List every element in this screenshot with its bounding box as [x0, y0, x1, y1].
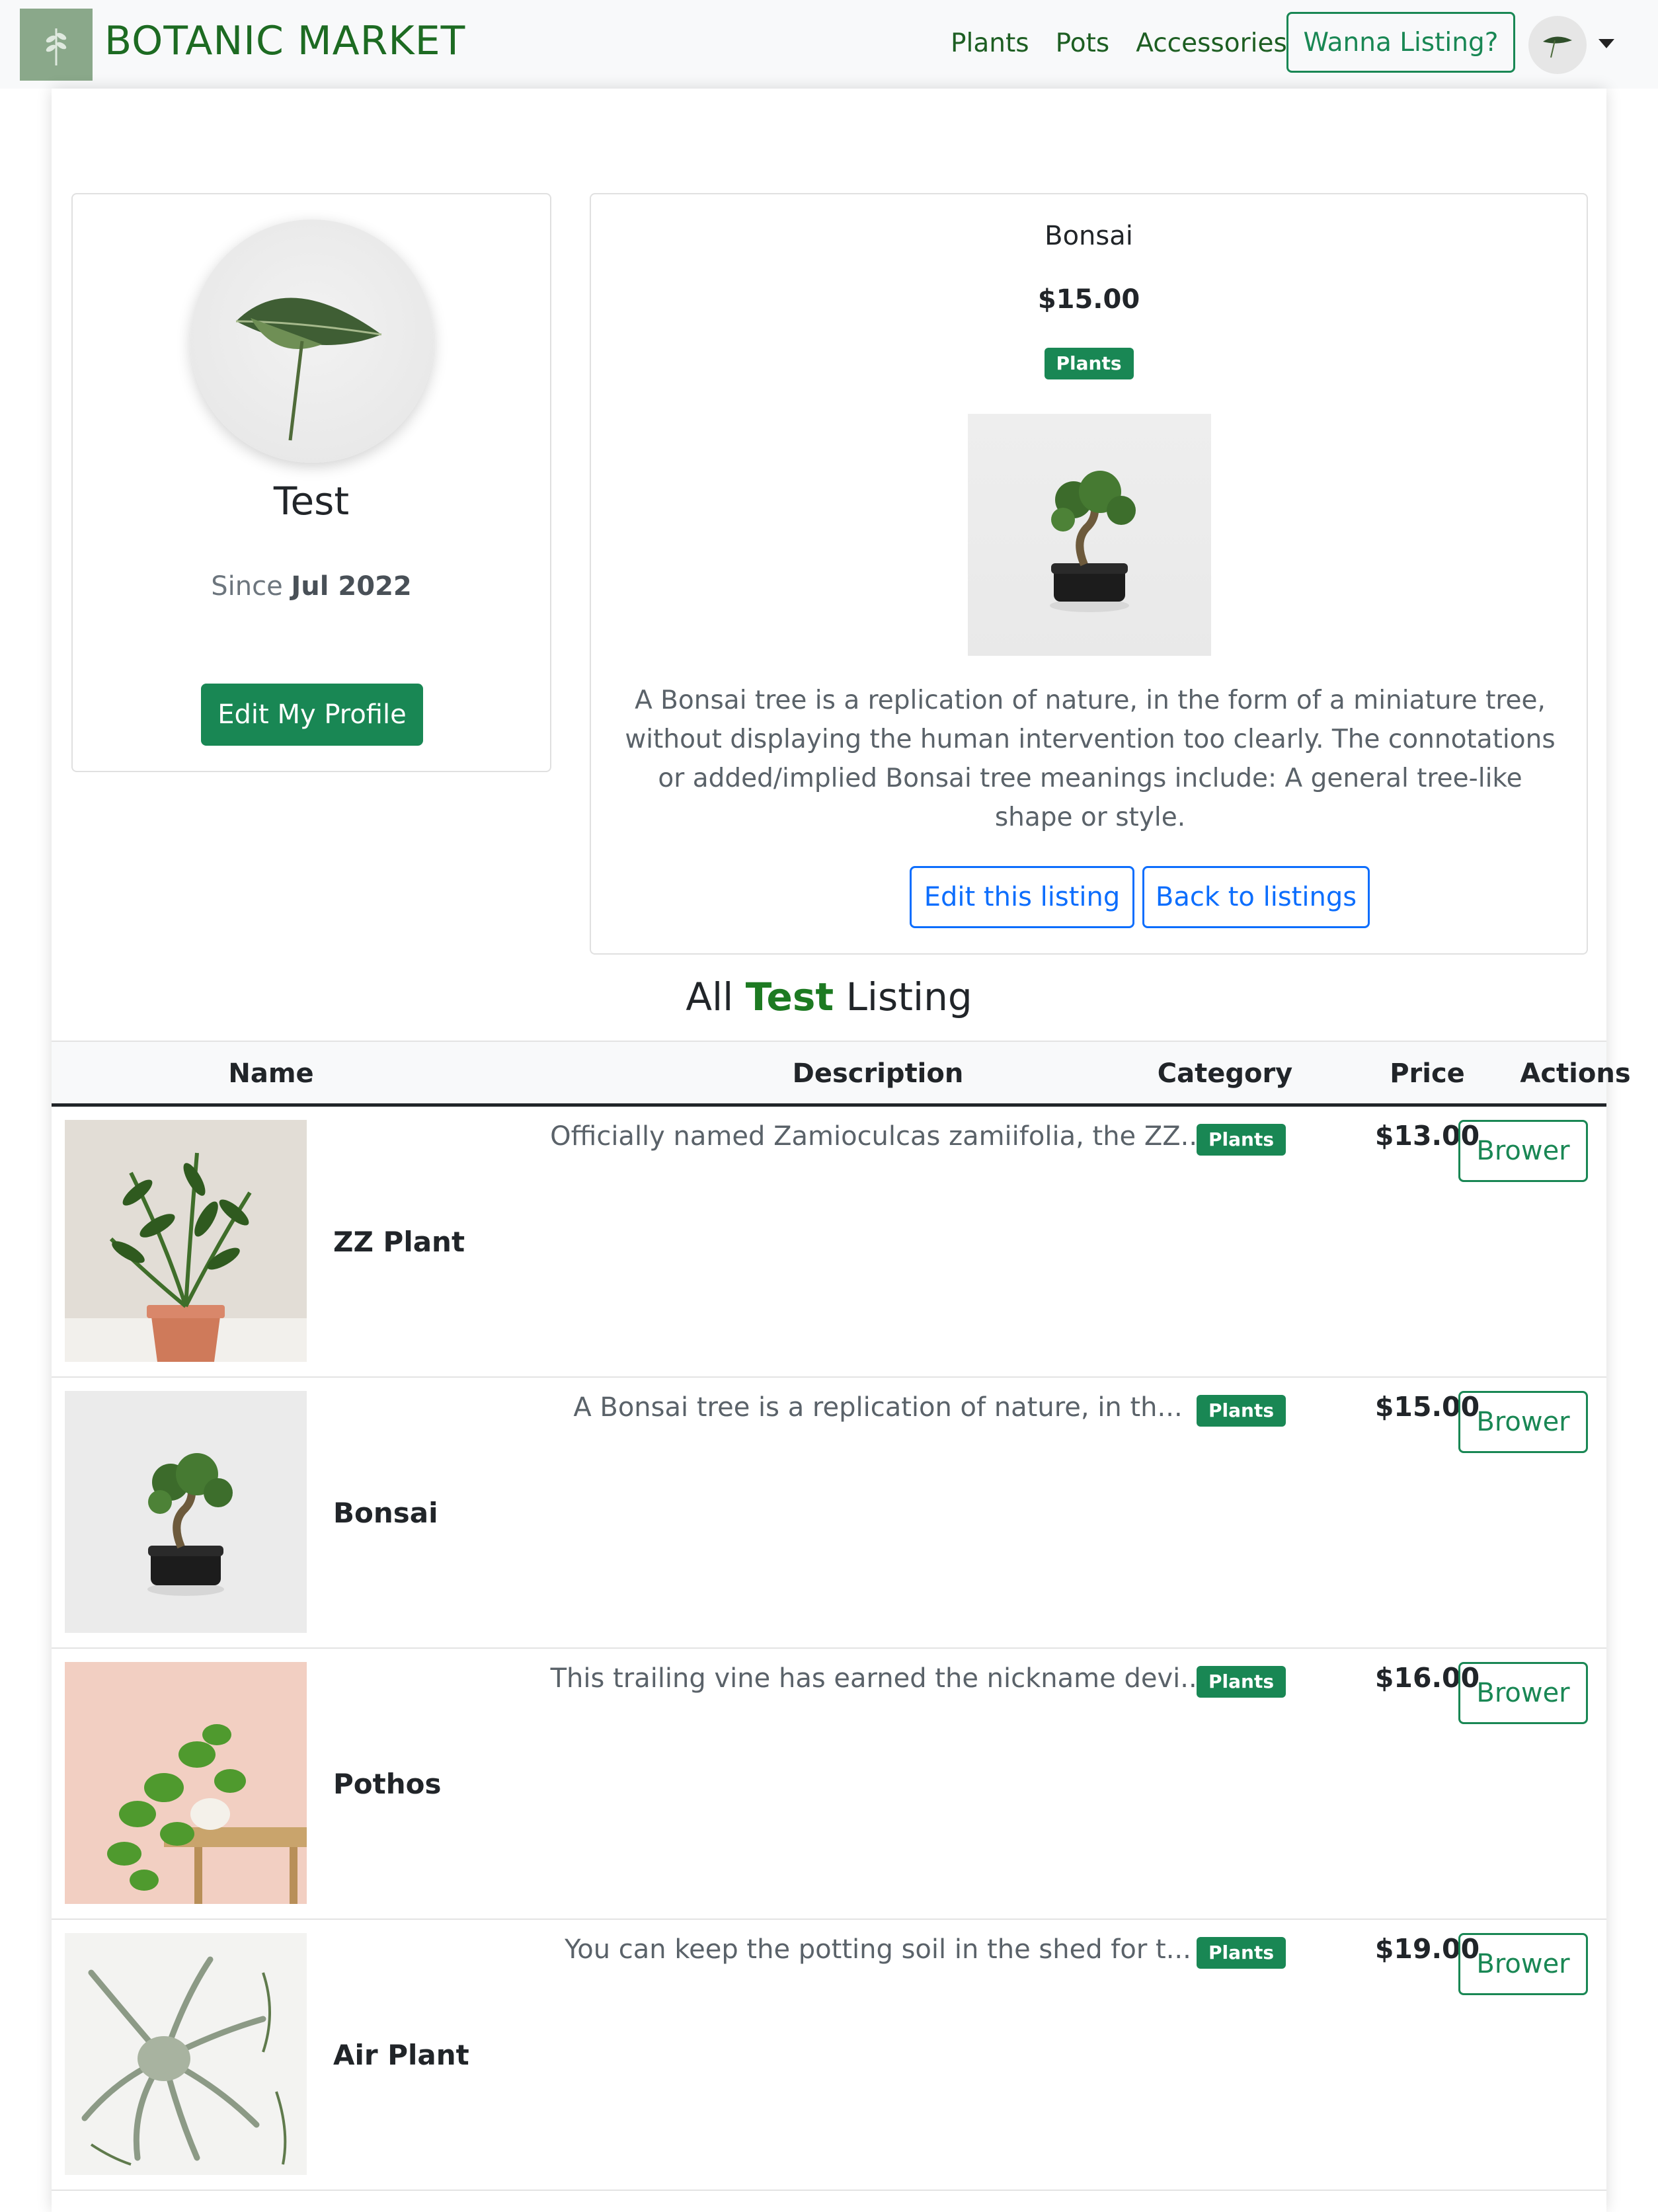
listing-title: Bonsai: [1045, 221, 1133, 251]
since-date: Jul 2022: [291, 571, 412, 602]
row-image: [65, 1933, 307, 2175]
table-header: Name Description Category Price Actions: [52, 1041, 1631, 1107]
wanna-listing-button[interactable]: Wanna Listing?: [1286, 12, 1515, 73]
caret-down-icon[interactable]: [1599, 39, 1614, 48]
row-category: Plants: [1197, 1937, 1286, 1969]
listing-price: $15.00: [1037, 284, 1140, 315]
table-row: Pothos This trailing vine has earned the…: [52, 1649, 1606, 1920]
table-row: Air Plant You can keep the potting soil …: [52, 1920, 1606, 2191]
profile-avatar: [190, 219, 434, 463]
row-image: [65, 1662, 307, 1904]
table-row: ZZ Plant Officially named Zamioculcas za…: [52, 1107, 1606, 1378]
heading-prefix: All: [686, 974, 734, 1019]
nav-link-accessories[interactable]: Accessories: [1136, 24, 1287, 63]
row-image: [65, 1120, 307, 1362]
all-listings-heading: All Test Listing: [52, 974, 1606, 1019]
nav-link-plants[interactable]: Plants: [951, 24, 1029, 63]
edit-listing-button[interactable]: Edit this listing: [910, 866, 1134, 928]
category-badge: Plants: [1197, 1666, 1286, 1698]
category-badge: Plants: [1044, 348, 1134, 379]
column-header-category: Category: [1157, 1058, 1293, 1089]
brower-button[interactable]: Brower: [1458, 1933, 1588, 1995]
profile-card: Test Since Jul 2022 Edit My Profile: [71, 193, 551, 772]
listing-detail-card: Bonsai $15.00 Plants A Bonsai tree is a …: [590, 193, 1588, 955]
column-header-actions: Actions: [1520, 1058, 1631, 1089]
listing-image: [968, 414, 1211, 656]
row-description: A Bonsai tree is a replication of nature…: [573, 1392, 1183, 1423]
nav-links: Plants Pots Accessories: [951, 24, 1287, 63]
row-description: Officially named Zamioculcas zamiifolia,…: [550, 1121, 1206, 1152]
profile-name: Test: [273, 479, 350, 524]
brand-name[interactable]: BOTANIC MARKET: [104, 15, 465, 67]
category-badge: Plants: [1197, 1937, 1286, 1969]
brower-button[interactable]: Brower: [1458, 1662, 1588, 1724]
row-description: You can keep the potting soil in the she…: [565, 1934, 1191, 1965]
row-name: ZZ Plant: [333, 1226, 465, 1258]
member-since: Since Jul 2022: [73, 571, 550, 602]
main-content: Test Since Jul 2022 Edit My Profile Bons…: [52, 89, 1631, 2212]
brower-button[interactable]: Brower: [1458, 1120, 1588, 1182]
row-image: [65, 1391, 307, 1633]
edit-profile-button[interactable]: Edit My Profile: [201, 684, 423, 746]
category-badge: Plants: [1197, 1124, 1286, 1156]
row-category: Plants: [1197, 1124, 1286, 1156]
listing-category: Plants: [591, 348, 1587, 379]
brand-logo-icon[interactable]: [20, 9, 93, 81]
column-header-name: Name: [228, 1058, 314, 1089]
navbar: BOTANIC MARKET Plants Pots Accessories W…: [0, 0, 1658, 89]
since-label: Since: [211, 571, 283, 602]
row-name: Air Plant: [333, 2039, 469, 2071]
back-to-listings-button[interactable]: Back to listings: [1142, 866, 1370, 928]
row-category: Plants: [1197, 1395, 1286, 1427]
heading-user: Test: [745, 974, 834, 1019]
heading-suffix: Listing: [846, 974, 972, 1019]
row-name: Pothos: [333, 1768, 442, 1800]
table-row: Bonsai A Bonsai tree is a replication of…: [52, 1378, 1606, 1649]
brower-button[interactable]: Brower: [1458, 1391, 1588, 1453]
nav-link-pots[interactable]: Pots: [1056, 24, 1110, 63]
category-badge: Plants: [1197, 1395, 1286, 1427]
row-category: Plants: [1197, 1666, 1286, 1698]
listing-description: A Bonsai tree is a replication of nature…: [625, 686, 1556, 832]
user-avatar-icon[interactable]: [1528, 16, 1587, 74]
row-name: Bonsai: [333, 1497, 438, 1529]
row-description: This trailing vine has earned the nickna…: [550, 1663, 1206, 1694]
